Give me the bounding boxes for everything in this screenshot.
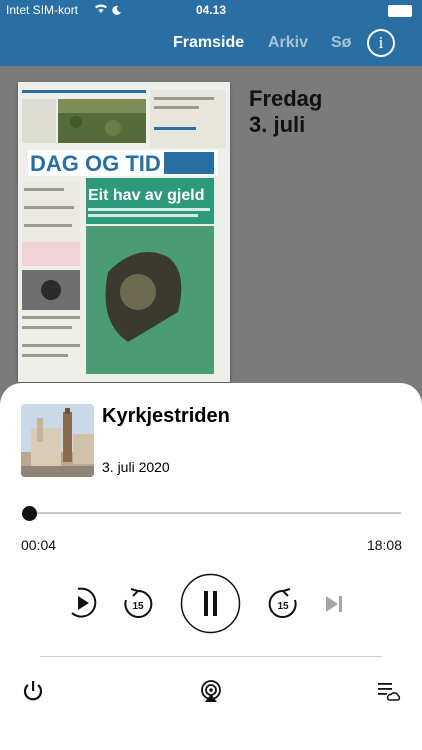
- pause-button[interactable]: [180, 573, 241, 639]
- total-time: 18:08: [366, 537, 402, 553]
- skip-back-label: 15: [132, 601, 144, 612]
- tab-soek[interactable]: Sø: [331, 34, 351, 52]
- audio-player-sheet: Kyrkjestriden 3. juli 2020 00:04 18:08 1…: [0, 383, 422, 750]
- forward-15-icon: 15: [268, 588, 297, 618]
- episode-title: Kyrkjestriden: [102, 405, 230, 427]
- issue-date: Fredag 3. juli: [249, 86, 322, 138]
- info-icon: i: [378, 33, 384, 52]
- next-track-icon: [326, 596, 342, 612]
- issue-weekday: Fredag: [249, 86, 323, 111]
- skip-forward-15-button[interactable]: 15: [267, 588, 299, 625]
- episode-artwork: [21, 404, 94, 477]
- player-divider: [40, 656, 382, 657]
- progress-handle[interactable]: [22, 506, 37, 521]
- status-bar: Intet SIM-kort 04.13: [0, 0, 422, 20]
- issue-day: 3. juli: [249, 112, 306, 137]
- info-button[interactable]: i: [367, 29, 395, 57]
- elapsed-time: 00:04: [21, 537, 57, 553]
- clock: 04.13: [195, 3, 227, 17]
- rewind-15-icon: 15: [124, 588, 153, 618]
- airplay-icon: [201, 680, 221, 702]
- progress-track[interactable]: [29, 512, 401, 514]
- cover-masthead: DAG OG TID: [30, 151, 161, 176]
- playlist-cloud-icon: [378, 683, 401, 701]
- tab-arkiv[interactable]: Arkiv: [268, 34, 308, 52]
- skip-back-15-button[interactable]: 15: [122, 588, 154, 625]
- episode-date: 3. juli 2020: [102, 459, 170, 475]
- skip-forward-label: 15: [277, 601, 289, 612]
- playlist-download-button[interactable]: [377, 681, 401, 708]
- cover-headline: Eit hav av gjeld: [88, 187, 204, 204]
- play-button[interactable]: [66, 586, 98, 625]
- next-track-button[interactable]: [323, 593, 345, 620]
- cover-artwork: DAG OG TID Eit hav av gjeld: [18, 82, 230, 382]
- tab-framside[interactable]: Framside: [173, 34, 244, 52]
- newspaper-cover[interactable]: DAG OG TID Eit hav av gjeld: [18, 82, 230, 382]
- airplay-button[interactable]: [199, 679, 223, 708]
- battery-icon: [388, 5, 412, 17]
- top-navigation: Framside Arkiv Sø i: [0, 20, 422, 66]
- power-icon: [23, 681, 43, 701]
- play-icon: [71, 587, 97, 618]
- pause-icon: [180, 573, 241, 634]
- power-button[interactable]: [22, 680, 44, 707]
